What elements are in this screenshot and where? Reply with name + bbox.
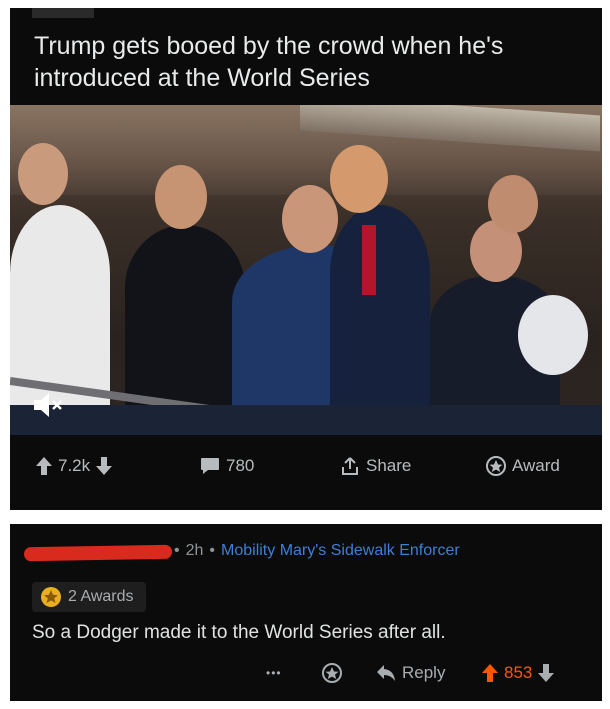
red-tie [362,225,376,295]
awards-chip[interactable]: 2 Awards [32,582,146,612]
person-tie [330,205,430,435]
award-badge-icon [41,587,61,607]
person-tie-head [330,145,388,213]
post-action-bar: 7.2k 780 Share Award [10,448,602,484]
comment-count: 780 [226,456,255,475]
comment-action-bar: ••• Reply 853 [10,658,602,688]
reply-icon [377,665,395,681]
comments-button[interactable]: 780 [200,448,254,484]
comment-icon [201,458,219,474]
comment-score: 853 [504,663,533,682]
person-far-right-head [488,175,538,233]
top-strip [32,8,94,18]
upvote-count: 7.2k [58,456,91,475]
comment-meta: • 2h • Mobility Mary's Sidewalk Enforcer [174,542,460,560]
award-label: Award [512,456,560,475]
upvote-icon[interactable] [482,664,498,682]
downvote-icon[interactable] [96,457,113,475]
award-icon [322,663,342,683]
comment-time: 2h [185,542,204,559]
cap [518,295,588,375]
share-label: Share [366,456,412,475]
post-video[interactable] [10,105,602,435]
seats [10,405,602,435]
share-icon [342,457,358,475]
person-center-head [282,185,338,253]
reply-label: Reply [402,663,446,682]
meta-separator: • [174,542,180,559]
award-icon [486,456,506,476]
vote-group: 7.2k [36,448,113,484]
comment-card: • 2h • Mobility Mary's Sidewalk Enforcer… [10,524,602,701]
give-award-button[interactable] [322,658,342,688]
person-woman-head [155,165,207,229]
share-button[interactable]: Share [340,448,411,484]
downvote-icon[interactable] [538,664,555,682]
redacted-username [23,544,173,562]
mute-icon[interactable] [32,390,64,420]
person-left-head [18,143,68,205]
upvote-icon[interactable] [36,457,52,475]
user-flair[interactable]: Mobility Mary's Sidewalk Enforcer [221,542,460,560]
comment-body: So a Dodger made it to the World Series … [32,622,446,643]
comment-vote-group: 853 [482,658,555,688]
reply-button[interactable]: Reply [376,658,445,688]
more-button[interactable]: ••• [266,658,282,688]
awards-count: 2 Awards [68,588,134,605]
post-card: Trump gets booed by the crowd when he's … [10,8,602,510]
more-icon: ••• [266,666,282,680]
post-title[interactable]: Trump gets booed by the crowd when he's … [34,30,594,94]
meta-separator-2: • [209,542,216,559]
award-button[interactable]: Award [486,448,560,484]
